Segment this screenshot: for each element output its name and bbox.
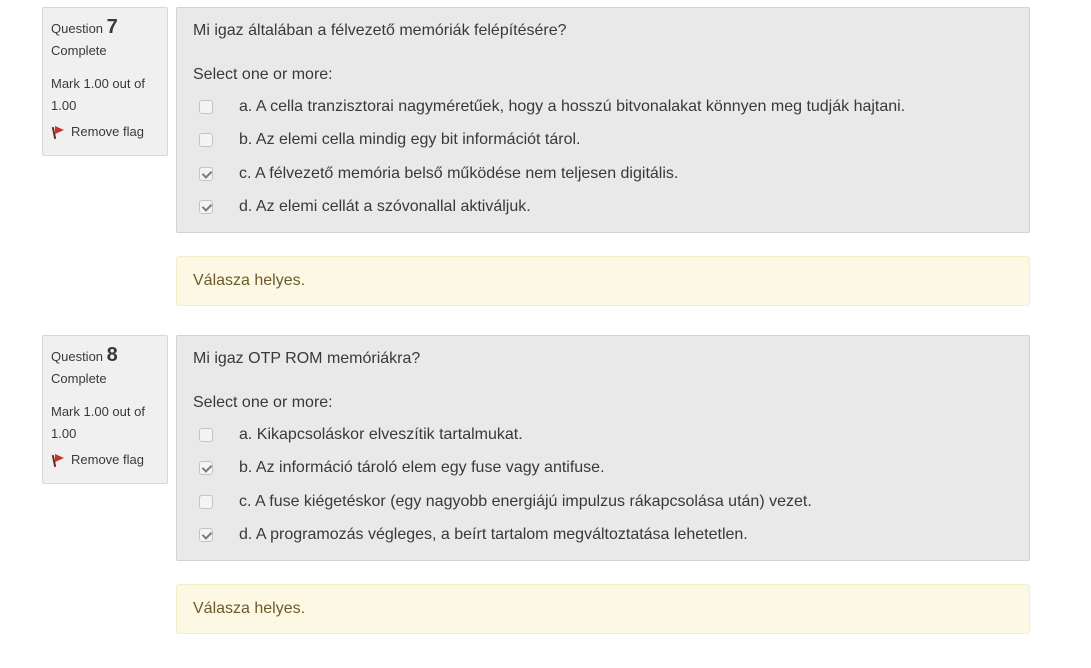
- remove-flag-button[interactable]: Remove flag: [51, 451, 159, 469]
- answer-option[interactable]: b. Az elemi cella mindig egy bit informá…: [193, 124, 905, 158]
- feedback-box: Válasza helyes.: [176, 256, 1030, 306]
- answer-checkbox[interactable]: [199, 133, 213, 148]
- question-number: 8: [106, 344, 118, 366]
- answer-list: a. A cella tranzisztorai nagyméretűek, h…: [193, 90, 905, 224]
- answer-list: a. Kikapcsoláskor elveszítik tartalmukat…: [193, 418, 812, 552]
- question-text: Mi igaz OTP ROM memóriákra?: [193, 350, 421, 367]
- question-number-line: Question 7: [51, 14, 159, 40]
- question-info: Question 7 Complete Mark 1.00 out of 1.0…: [42, 7, 168, 156]
- answer-checkbox[interactable]: [199, 494, 213, 509]
- question-label: Question: [51, 349, 104, 364]
- question-state: Complete: [51, 371, 107, 386]
- remove-flag-button[interactable]: Remove flag: [51, 123, 159, 141]
- answer-label[interactable]: a. A cella tranzisztorai nagyméretűek, h…: [239, 98, 905, 116]
- answer-checkbox[interactable]: [199, 200, 213, 215]
- question-label: Question: [51, 21, 104, 36]
- answer-label[interactable]: d. A programozás végleges, a beírt tarta…: [239, 526, 748, 544]
- answer-label[interactable]: b. Az információ tároló elem egy fuse va…: [239, 459, 605, 477]
- answer-label[interactable]: c. A fuse kiégetéskor (egy nagyobb energ…: [239, 493, 812, 511]
- question-info: Question 8 Complete Mark 1.00 out of 1.0…: [42, 335, 168, 484]
- answer-checkbox[interactable]: [199, 166, 213, 181]
- answer-option[interactable]: c. A félvezető memória belső működése ne…: [193, 157, 905, 191]
- answer-option[interactable]: c. A fuse kiégetéskor (egy nagyobb energ…: [193, 485, 812, 519]
- question-grade: Mark 1.00 out of 1.00: [51, 76, 145, 113]
- flag-icon: [51, 453, 65, 468]
- question-number-line: Question 8: [51, 342, 159, 368]
- question-number: 7: [106, 16, 118, 38]
- answer-checkbox[interactable]: [199, 528, 213, 543]
- remove-flag-label: Remove flag: [71, 452, 144, 467]
- question-text: Mi igaz általában a félvezető memóriák f…: [193, 22, 567, 39]
- answer-label[interactable]: a. Kikapcsoláskor elveszítik tartalmukat…: [239, 426, 523, 444]
- flag-icon: [51, 125, 65, 140]
- question-content: Mi igaz OTP ROM memóriákra? Select one o…: [176, 335, 1030, 561]
- feedback-box: Válasza helyes.: [176, 584, 1030, 634]
- answer-option[interactable]: a. A cella tranzisztorai nagyméretűek, h…: [193, 90, 905, 124]
- answer-option[interactable]: d. A programozás végleges, a beírt tarta…: [193, 519, 812, 553]
- answer-prompt: Select one or more:: [193, 394, 333, 411]
- answer-option[interactable]: b. Az információ tároló elem egy fuse va…: [193, 452, 812, 486]
- question-content: Mi igaz általában a félvezető memóriák f…: [176, 7, 1030, 233]
- answer-checkbox[interactable]: [199, 99, 213, 114]
- answer-option[interactable]: d. Az elemi cellát a szóvonallal aktivál…: [193, 191, 905, 225]
- answer-prompt: Select one or more:: [193, 66, 333, 83]
- question-state: Complete: [51, 43, 107, 58]
- answer-option[interactable]: a. Kikapcsoláskor elveszítik tartalmukat…: [193, 418, 812, 452]
- answer-label[interactable]: d. Az elemi cellát a szóvonallal aktivál…: [239, 198, 531, 216]
- answer-label[interactable]: c. A félvezető memória belső működése ne…: [239, 165, 678, 183]
- answer-checkbox[interactable]: [199, 427, 213, 442]
- question-grade: Mark 1.00 out of 1.00: [51, 404, 145, 441]
- remove-flag-label: Remove flag: [71, 124, 144, 139]
- answer-label[interactable]: b. Az elemi cella mindig egy bit informá…: [239, 131, 580, 149]
- answer-checkbox[interactable]: [199, 461, 213, 476]
